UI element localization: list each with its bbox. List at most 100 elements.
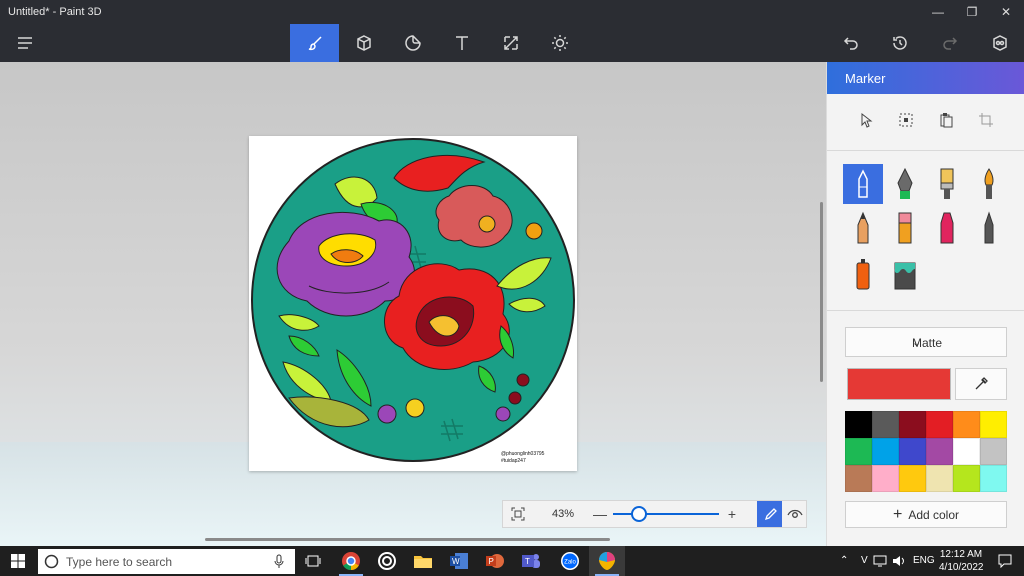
color-swatch[interactable] (899, 465, 926, 492)
drawing-canvas[interactable]: @phuonglinh03795 #tuidap247 (249, 136, 577, 471)
close-button[interactable]: ✕ (989, 0, 1023, 24)
redo-button[interactable] (925, 24, 974, 62)
3d-shapes-button[interactable] (339, 24, 388, 62)
color-swatch[interactable] (953, 438, 980, 465)
brushes-button[interactable] (290, 24, 339, 62)
pencil-icon (898, 212, 912, 244)
eraser-brush[interactable] (927, 208, 967, 248)
color-swatch[interactable] (926, 438, 953, 465)
marker-brush[interactable] (843, 164, 883, 204)
canvas-button[interactable] (486, 24, 535, 62)
crayon-brush[interactable] (969, 208, 1009, 248)
pencil-brush[interactable] (885, 208, 925, 248)
select-icon[interactable] (859, 112, 875, 128)
color-swatch[interactable] (872, 465, 899, 492)
mixed-reality-button[interactable] (975, 24, 1024, 62)
spray-can-brush[interactable] (843, 254, 883, 294)
powerpoint-taskbar-button[interactable]: P (477, 546, 513, 576)
oil-brush-brush[interactable] (927, 164, 967, 204)
window-title: Untitled* - Paint 3D (8, 6, 102, 18)
chrome-taskbar-button[interactable] (333, 546, 369, 576)
calligraphy-pen-brush[interactable] (885, 164, 925, 204)
text-icon (455, 36, 468, 50)
selection-tools (845, 106, 1015, 136)
crop-icon[interactable] (978, 112, 994, 128)
zoom-in-button[interactable]: + (725, 506, 739, 522)
effects-button[interactable] (535, 24, 584, 62)
color-swatch[interactable] (845, 411, 872, 438)
color-swatch[interactable] (980, 411, 1007, 438)
workspace[interactable]: @phuonglinh03795 #tuidap247 43% — + (0, 62, 826, 546)
taskbar-search[interactable]: Type here to search (38, 549, 295, 574)
notification-icon[interactable] (998, 554, 1012, 568)
cortana-circle-icon (44, 554, 59, 569)
plus-icon: + (892, 505, 903, 523)
minimize-icon: — (932, 5, 944, 19)
vertical-scrollbar[interactable] (820, 202, 823, 382)
color-swatch[interactable] (899, 438, 926, 465)
text-button[interactable] (437, 24, 486, 62)
chevron-up-icon[interactable]: ⌃ (840, 555, 848, 566)
stickers-button[interactable] (388, 24, 437, 62)
clock[interactable]: 12:12 AM 4/10/2022 (939, 548, 984, 574)
add-color-label: Add color (908, 507, 960, 522)
close-icon: ✕ (1000, 5, 1012, 19)
network-icon[interactable] (873, 555, 887, 567)
pixel-pen-icon (857, 211, 869, 244)
powerpoint-icon: P (486, 554, 504, 568)
brushes-icon (308, 36, 322, 51)
volume-icon[interactable] (892, 555, 906, 567)
chevron-down-icon: ⌄ (912, 337, 922, 349)
color-swatch[interactable] (872, 438, 899, 465)
stickers-icon (404, 35, 421, 51)
paint3d-taskbar-button[interactable] (589, 546, 625, 576)
zoom-slider[interactable] (613, 504, 719, 524)
v-tray-icon[interactable]: V (861, 555, 868, 566)
current-color-swatch[interactable] (847, 368, 951, 400)
language-indicator[interactable]: ENG (913, 555, 935, 566)
start-button[interactable] (0, 546, 36, 576)
canvas-icon (503, 36, 518, 50)
teams-taskbar-button[interactable]: T (513, 546, 549, 576)
color-swatch[interactable] (926, 465, 953, 492)
fit-to-screen-button[interactable] (503, 501, 533, 527)
file-explorer-taskbar-button[interactable] (405, 546, 441, 576)
horizontal-scrollbar[interactable] (205, 538, 610, 541)
watermark-line1: @phuonglinh03795 (501, 451, 545, 457)
add-color-button[interactable]: + Add color (845, 501, 1007, 528)
task-view-button[interactable] (295, 546, 331, 576)
pen-input-button[interactable] (757, 501, 782, 527)
history-button[interactable] (875, 24, 924, 62)
svg-text:W: W (452, 557, 460, 566)
zoom-slider-track (645, 513, 719, 515)
finish-dropdown[interactable]: Matte ⌄ (845, 327, 1007, 357)
color-swatch[interactable] (980, 465, 1007, 492)
microphone-icon[interactable] (274, 554, 284, 569)
color-swatch[interactable] (953, 411, 980, 438)
zoom-out-button[interactable]: — (593, 506, 607, 522)
eyedropper-button[interactable] (955, 368, 1007, 400)
pixel-pen-brush[interactable] (843, 208, 883, 248)
clock-date: 4/10/2022 (939, 562, 984, 573)
zoom-slider-thumb[interactable] (631, 506, 647, 522)
minimize-button[interactable]: — (921, 0, 955, 24)
maximize-button[interactable]: ❐ (955, 0, 989, 24)
color-swatch[interactable] (899, 411, 926, 438)
undo-button[interactable] (826, 24, 875, 62)
color-swatch[interactable] (872, 411, 899, 438)
select-region-icon[interactable] (898, 112, 914, 128)
color-swatch[interactable] (845, 465, 872, 492)
color-swatch[interactable] (953, 465, 980, 492)
crayon-icon (984, 211, 994, 244)
paste-icon[interactable] (938, 112, 954, 128)
color-swatch[interactable] (926, 411, 953, 438)
color-swatch[interactable] (980, 438, 1007, 465)
color-swatch[interactable] (845, 438, 872, 465)
menu-button[interactable] (0, 24, 49, 62)
view-button[interactable] (784, 501, 806, 527)
word-taskbar-button[interactable]: W (441, 546, 477, 576)
watercolor-brush[interactable] (969, 164, 1009, 204)
cortana-taskbar-button[interactable] (369, 546, 405, 576)
fill-bucket-brush[interactable] (885, 254, 925, 294)
zalo-taskbar-button[interactable]: Zalo (552, 546, 588, 576)
